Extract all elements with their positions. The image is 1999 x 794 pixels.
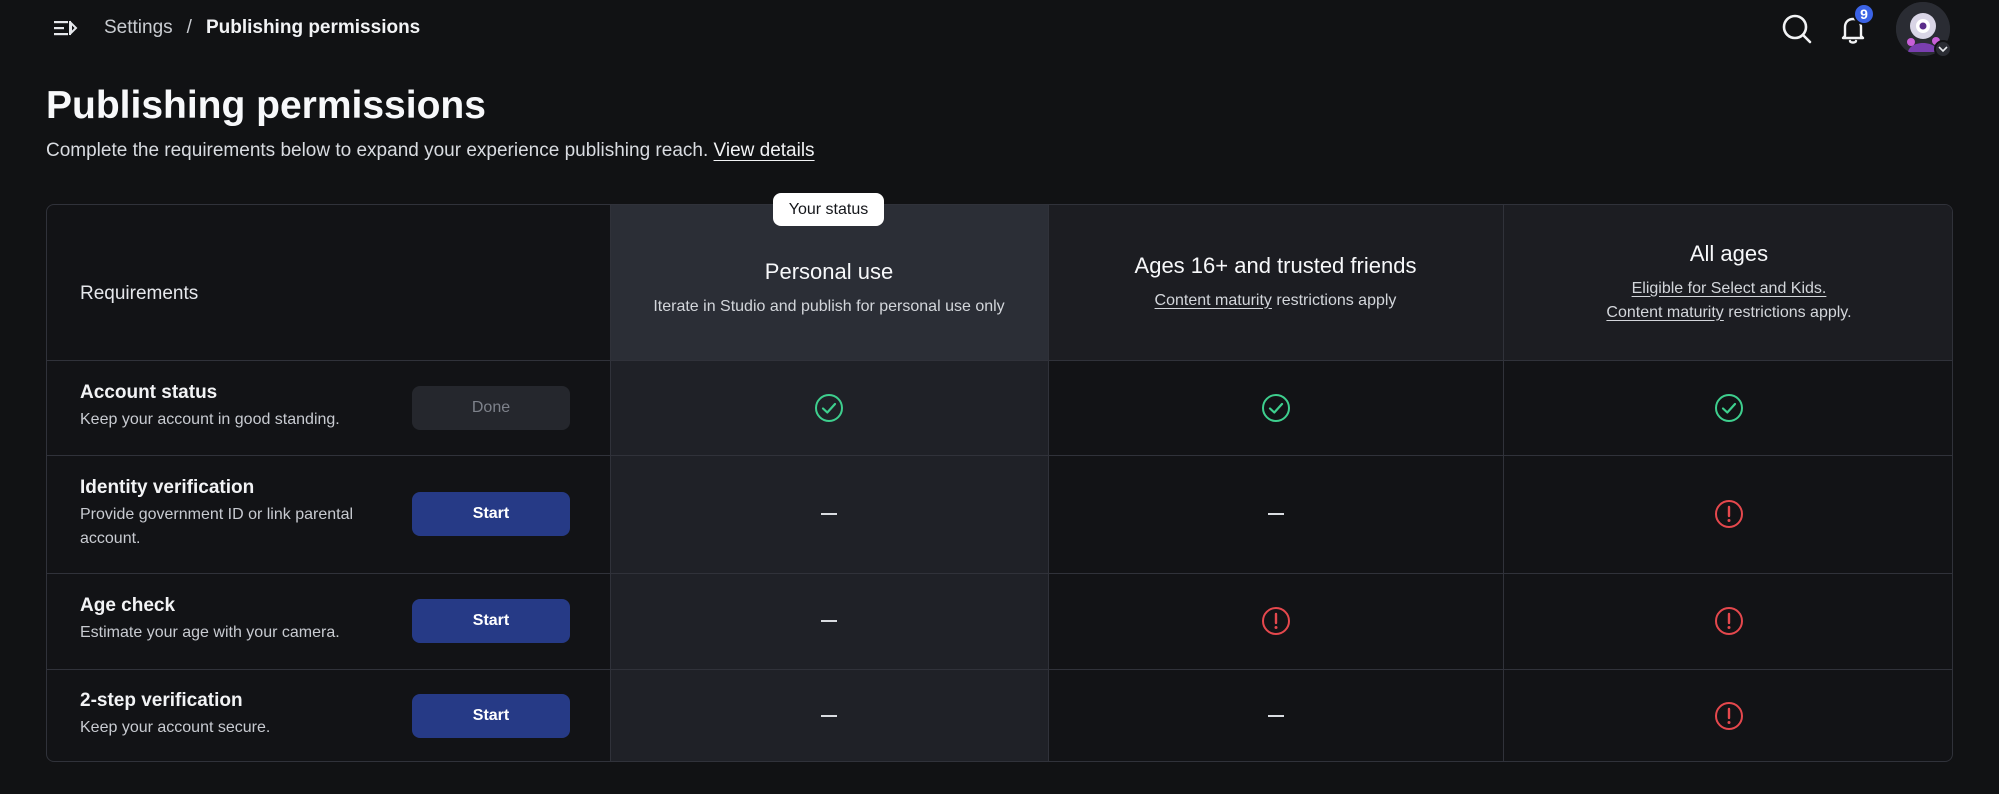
account-status-done-button: Done [412, 386, 570, 430]
view-details-link[interactable]: View details [714, 140, 815, 161]
permissions-table: Requirements Personal use Iterate in Stu… [46, 204, 1953, 762]
notification-badge: 9 [1853, 3, 1875, 25]
alert-circle-icon [1714, 499, 1744, 529]
search-icon[interactable] [1780, 12, 1814, 46]
age-check-start-button[interactable]: Start [412, 599, 570, 643]
identity-verification-start-button[interactable]: Start [412, 492, 570, 536]
requirement-name: Account status [80, 382, 218, 403]
eligible-select-kids-link[interactable]: Eligible for Select and Kids. [1632, 280, 1827, 297]
breadcrumb-separator: / [186, 17, 192, 38]
chevron-down-icon[interactable] [1934, 40, 1952, 58]
check-circle-icon [1261, 393, 1291, 423]
content-maturity-link[interactable]: Content maturity [1155, 292, 1272, 309]
row-divider [47, 360, 1952, 361]
requirement-description: Keep your account in good standing. [80, 411, 340, 428]
page-title: Publishing permissions [46, 84, 486, 127]
breadcrumb-settings-link[interactable]: Settings [104, 17, 173, 39]
column-title: Ages 16+ and trusted friends [1134, 252, 1417, 278]
requirement-name: Age check [80, 595, 176, 616]
requirement-description: Estimate your age with your camera. [80, 624, 340, 641]
row-divider [47, 669, 1952, 670]
requirements-header: Requirements [80, 283, 199, 304]
check-circle-icon [814, 393, 844, 423]
not-required-dash [1268, 715, 1284, 717]
menu-collapse-icon[interactable] [52, 17, 78, 39]
row-divider [47, 573, 1952, 574]
breadcrumb: Settings / Publishing permissions [104, 16, 420, 40]
alert-circle-icon [1714, 606, 1744, 636]
requirement-name: 2-step verification [80, 690, 243, 711]
column-title: Personal use [764, 258, 894, 284]
column-description: Iterate in Studio and publish for person… [653, 297, 1005, 315]
your-status-pill: Your status [773, 193, 884, 226]
alert-circle-icon [1261, 606, 1291, 636]
not-required-dash [821, 513, 837, 515]
column-header-personal-use: Personal use Iterate in Studio and publi… [610, 205, 1048, 360]
column-description: Eligible for Select and Kids. Content ma… [1606, 277, 1851, 325]
breadcrumb-current: Publishing permissions [205, 17, 421, 38]
not-required-dash [1268, 513, 1284, 515]
two-step-verification-start-button[interactable]: Start [412, 694, 570, 738]
content-maturity-link[interactable]: Content maturity [1606, 304, 1723, 321]
check-circle-icon [1714, 393, 1744, 423]
column-description-rest: restrictions apply [1271, 291, 1397, 309]
row-divider [47, 455, 1952, 456]
top-bar: Settings / Publishing permissions 9 [0, 0, 1999, 58]
not-required-dash [821, 620, 837, 622]
requirement-description: Keep your account secure. [80, 719, 271, 736]
not-required-dash [821, 715, 837, 717]
requirement-description: Provide government ID or link parental a… [80, 506, 354, 547]
column-header-ages-16: Ages 16+ and trusted friends Content mat… [1048, 205, 1503, 360]
alert-circle-icon [1714, 701, 1744, 731]
column-title: All ages [1689, 240, 1769, 266]
page-subtitle: Complete the requirements below to expan… [46, 140, 815, 162]
column-header-all-ages: All ages Eligible for Select and Kids. C… [1504, 205, 1952, 360]
column-description-rest: restrictions apply. [1723, 303, 1852, 321]
column-description: Content maturity restrictions apply [1155, 289, 1397, 313]
subtitle-text: Complete the requirements below to expan… [46, 140, 709, 161]
requirement-name: Identity verification [80, 477, 255, 498]
